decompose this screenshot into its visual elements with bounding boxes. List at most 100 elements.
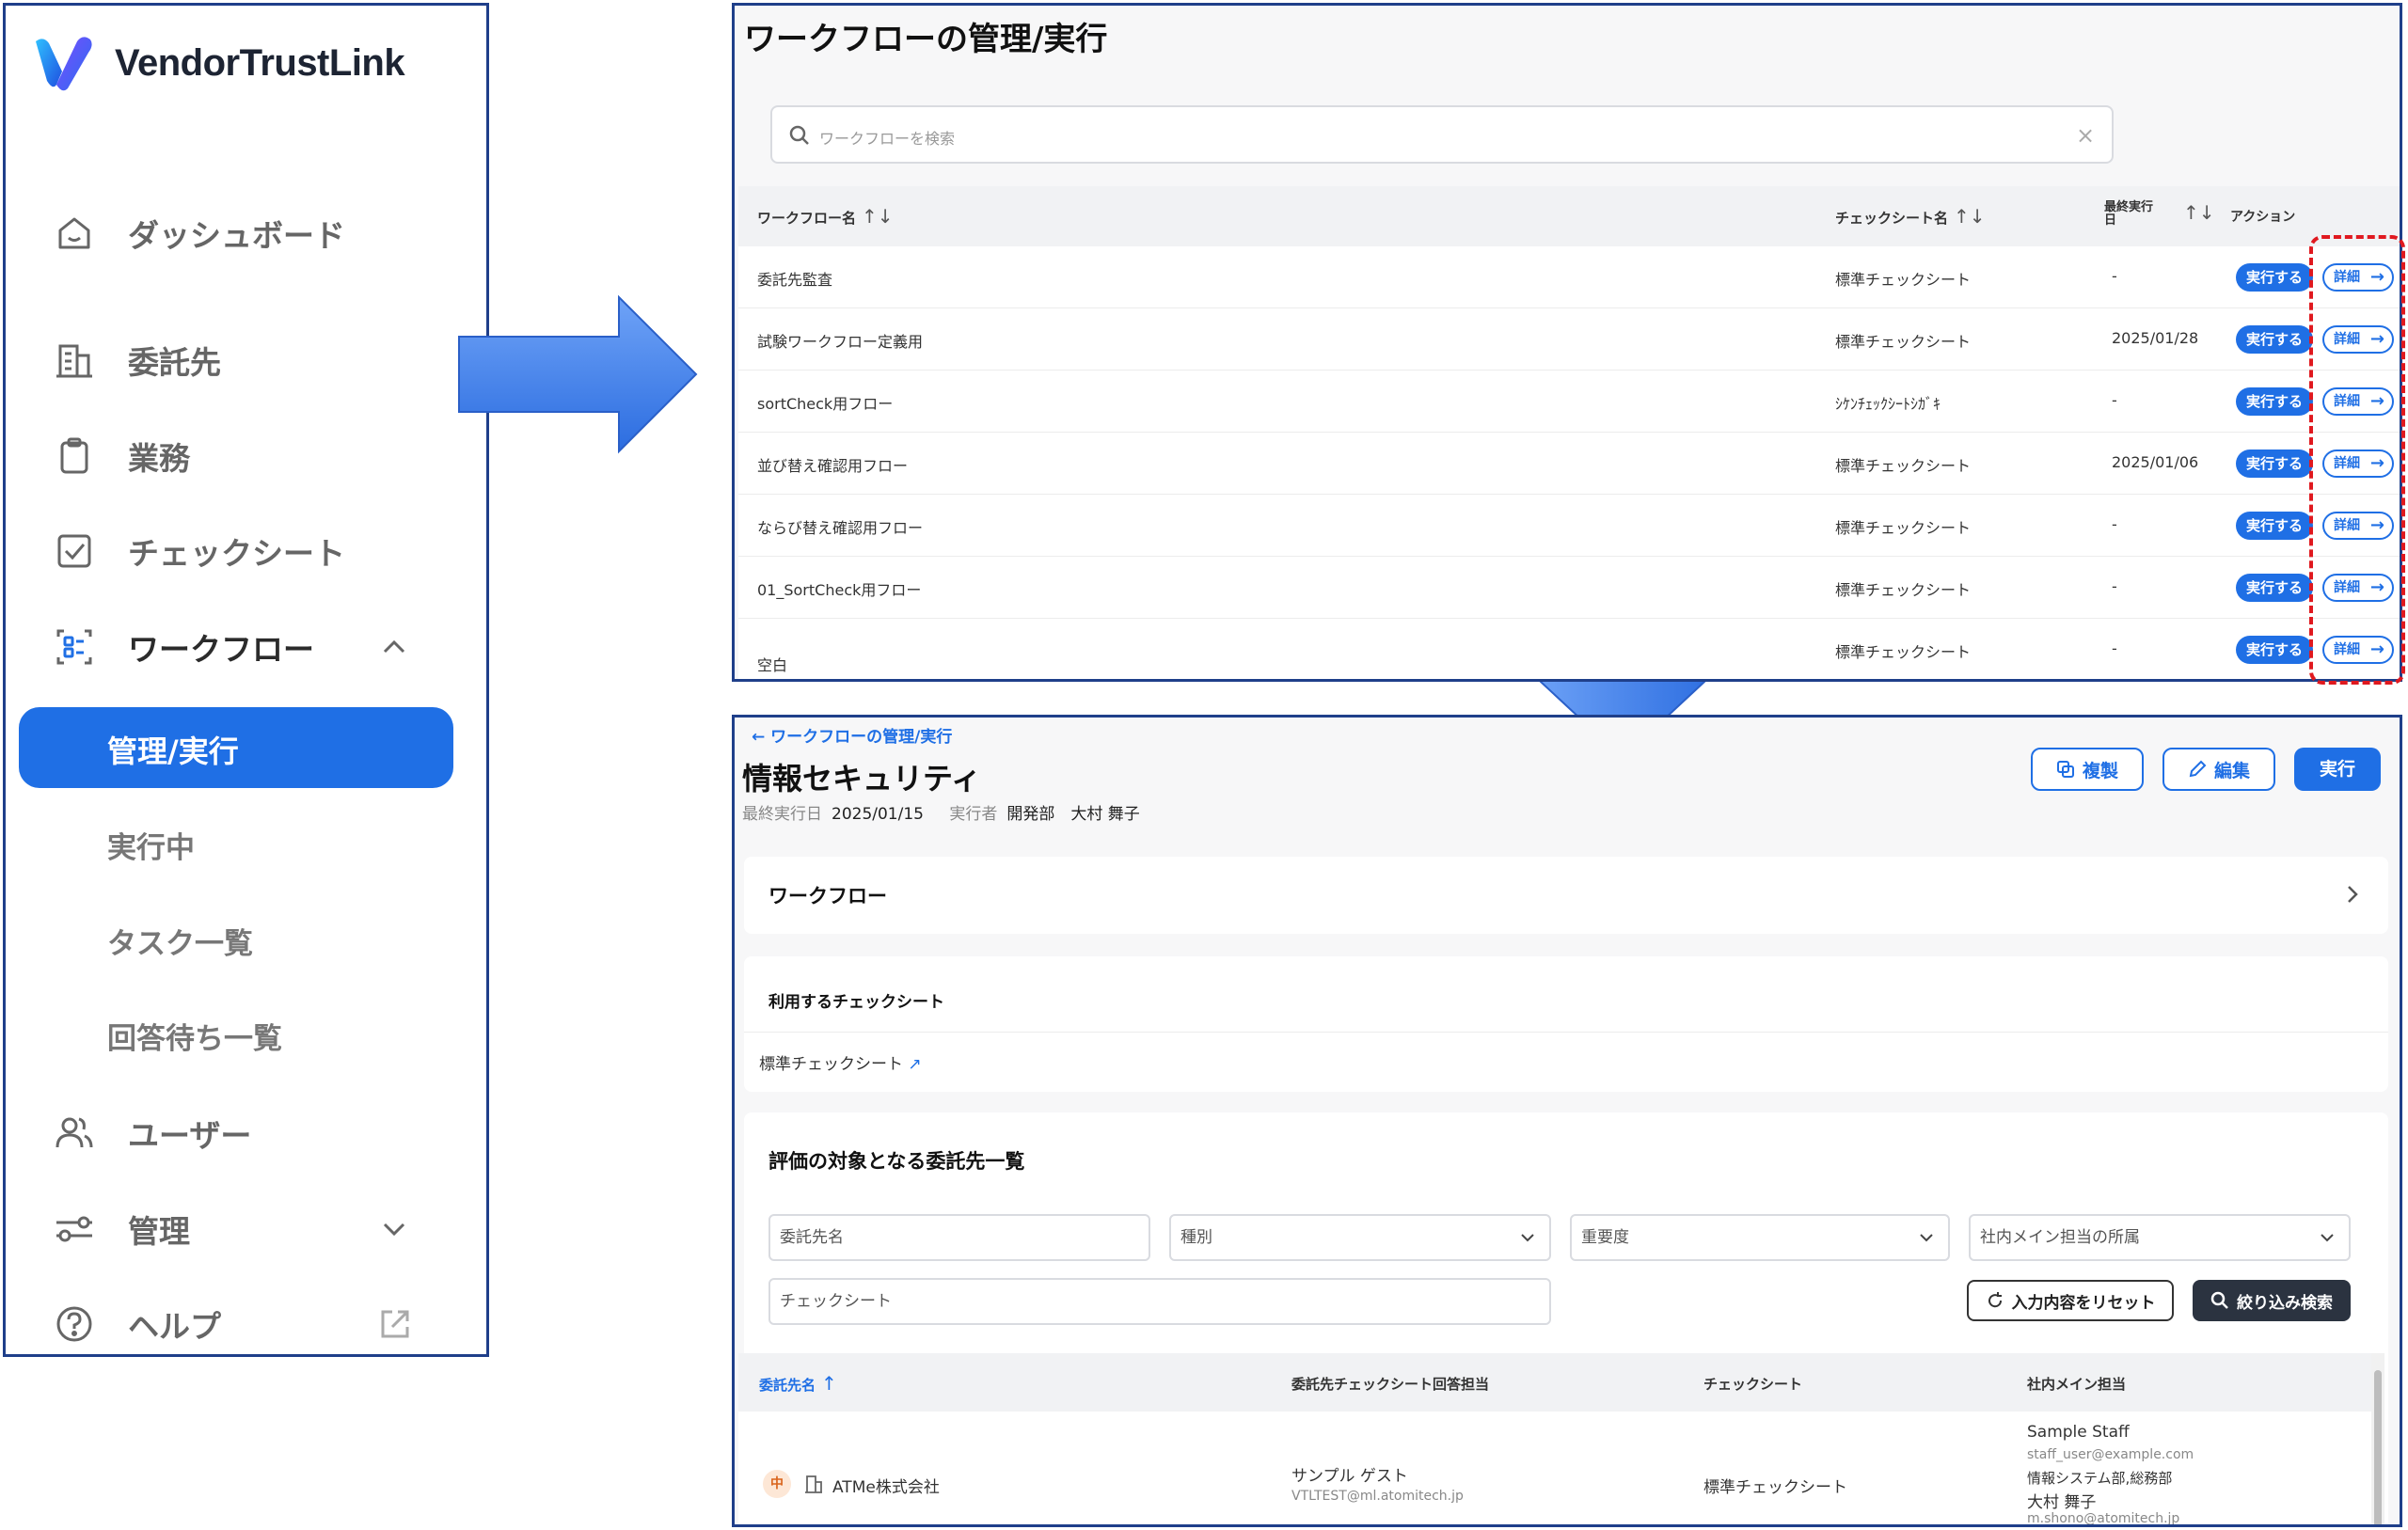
sidebar-item-label: ワークフロー (128, 631, 314, 668)
cell-sheet: 標準チェックシート (1835, 333, 1972, 351)
close-icon[interactable]: × (2076, 122, 2095, 149)
sidebar-subitem-awaiting[interactable]: 回答待ち一覧 (107, 1015, 282, 1057)
flow-arrow-right (458, 294, 698, 454)
column-header-last-run[interactable]: 最終実行日 (2104, 201, 2157, 228)
column-header-name[interactable]: ワークフロー名 ↑↓ (757, 205, 894, 228)
page-title: 情報セキュリティ (742, 761, 982, 797)
chevron-down-icon[interactable] (377, 1212, 411, 1246)
cell-last-run: - (2112, 267, 2117, 285)
table-row[interactable]: 委託先監査 標準チェックシート - 実行する 詳細 → (738, 246, 2400, 308)
cell-sheet: 標準チェックシート (1835, 271, 1972, 289)
clipboard-icon (60, 437, 88, 474)
run-button[interactable]: 実行する (2236, 636, 2313, 664)
importance-select[interactable]: 重要度 (1570, 1214, 1950, 1261)
cell-sheet: 標準チェックシート (1835, 519, 1972, 537)
column-header-sheet: チェックシート (1703, 1376, 1803, 1393)
sidebar-subitem-running[interactable]: 実行中 (107, 824, 195, 866)
chevron-down-icon (2321, 1234, 2334, 1242)
search-input[interactable]: ワークフローを検索 × (770, 105, 2114, 164)
cell-sheet: 標準チェックシート (1835, 581, 1972, 599)
cell-name: sortCheck用フロー (757, 395, 894, 413)
cell-sheet: 標準チェックシート (1835, 643, 1972, 661)
run-button[interactable]: 実行 (2294, 748, 2381, 791)
sidebar-item-users[interactable]: ユーザー (6, 1100, 486, 1166)
chevron-up-icon[interactable] (377, 630, 411, 664)
table-row[interactable]: 並び替え確認用フロー 標準チェックシート 2025/01/06 実行する 詳細 → (738, 433, 2400, 495)
building-icon (805, 1475, 822, 1493)
copy-button[interactable]: 複製 (2031, 748, 2144, 791)
checksheet-input[interactable]: チェックシート (768, 1278, 1551, 1325)
checkbox-icon (57, 534, 91, 568)
column-header-vendor[interactable]: 委託先名 ↑ (759, 1372, 837, 1395)
sidebar-subitem-tasks[interactable]: タスク一覧 (107, 920, 253, 962)
search-placeholder: ワークフローを検索 (819, 130, 956, 148)
table-header: ワークフロー名 ↑↓ チェックシート名 ↑↓ 最終実行日 ↑↓ アクション (738, 186, 2400, 246)
cell-name: 試験ワークフロー定義用 (757, 333, 924, 351)
sidebar-item-help[interactable]: ヘルプ (6, 1291, 486, 1357)
run-button[interactable]: 実行する (2236, 387, 2313, 416)
vendor-name-input[interactable]: 委託先名 (768, 1214, 1150, 1261)
chevron-right-icon[interactable] (2343, 883, 2362, 906)
sidebar-item-label: ヘルプ (128, 1308, 221, 1345)
cell-internal-name: Sample Staff (2027, 1423, 2130, 1442)
scrollbar-thumb[interactable] (2374, 1370, 2382, 1524)
highlight-callout (2309, 235, 2405, 685)
sidebar-item-business[interactable]: 業務 (6, 423, 486, 489)
run-button[interactable]: 実行する (2236, 574, 2313, 602)
sort-icon: ↑ (821, 1372, 837, 1395)
home-icon (58, 217, 90, 249)
sidebar-subitem-manage-run[interactable]: 管理/実行 (19, 707, 453, 788)
cell-last-run: - (2112, 639, 2117, 657)
cell-name: 01_SortCheck用フロー (757, 581, 922, 599)
workflow-section[interactable]: ワークフロー (744, 857, 2388, 934)
sidebar-subitem-label: 管理/実行 (107, 733, 239, 769)
sort-icon[interactable]: ↑↓ (2183, 201, 2215, 224)
sort-icon: ↑↓ (1954, 205, 1986, 228)
filter-search-button[interactable]: 絞り込み検索 (2193, 1280, 2351, 1321)
cell-internal-email-2: m.shono@atomitech.jp (2027, 1511, 2180, 1526)
run-button[interactable]: 実行する (2236, 450, 2313, 478)
cell-name: 並び替え確認用フロー (757, 457, 909, 475)
scrollbar[interactable] (2371, 1353, 2384, 1524)
sidebar-item-label: 管理 (128, 1213, 190, 1250)
sidebar-item-dashboard[interactable]: ダッシュボード (6, 200, 486, 266)
reset-button[interactable]: 入力内容をリセット (1967, 1280, 2174, 1321)
chevron-down-icon (1521, 1234, 1534, 1242)
checksheet-link[interactable]: 標準チェックシート ↗ (759, 1050, 922, 1074)
sidebar-item-vendors[interactable]: 委託先 (6, 327, 486, 393)
cell-sheet: 標準チェックシート (1835, 457, 1972, 475)
importance-badge: 中 (763, 1470, 791, 1498)
copy-icon (2056, 761, 2074, 778)
cell-internal-email: staff_user@example.com (2027, 1447, 2194, 1462)
sidebar-item-workflow[interactable]: ワークフロー (6, 614, 486, 680)
brand-logo[interactable]: VendorTrustLink (32, 34, 405, 92)
workflow-list-panel: ワークフローの管理/実行 ワークフローを検索 × ワークフロー名 ↑↓ チェックシ… (732, 3, 2402, 682)
checksheet-section: 利用するチェックシート 標準チェックシート ↗ (744, 956, 2388, 1092)
edit-button[interactable]: 編集 (2162, 748, 2275, 791)
column-header-sheet[interactable]: チェックシート名 ↑↓ (1835, 205, 1986, 228)
section-title: 評価の対象となる委託先一覧 (768, 1150, 1025, 1173)
run-button[interactable]: 実行する (2236, 263, 2313, 292)
table-row[interactable]: ならび替え確認用フロー 標準チェックシート - 実行する 詳細 → (738, 495, 2400, 557)
table-row[interactable]: 中 ATMe株式会社 サンプル ゲスト VTLTEST@ml.atomitech… (738, 1412, 2375, 1526)
workflow-detail-panel: ← ワークフローの管理/実行 情報セキュリティ 最終実行日 2025/01/15 … (732, 715, 2402, 1527)
table-row[interactable]: 試験ワークフロー定義用 標準チェックシート 2025/01/28 実行する 詳細… (738, 308, 2400, 371)
table-row[interactable]: sortCheck用フロー ｼｹﾝﾁｪｯｸｼｰﾄｼｶﾞｷ - 実行する 詳細 → (738, 371, 2400, 433)
sort-icon: ↑↓ (862, 205, 894, 228)
sidebar-item-checksheet[interactable]: チェックシート (6, 518, 486, 584)
run-button[interactable]: 実行する (2236, 512, 2313, 540)
building-icon (56, 344, 92, 378)
sidebar-item-admin[interactable]: 管理 (6, 1196, 486, 1262)
breadcrumb[interactable]: ← ワークフローの管理/実行 (752, 723, 952, 747)
cell-internal-name-2: 大村 舞子 (2027, 1493, 2097, 1512)
table-row[interactable]: 空白 標準チェックシート - 実行する 詳細 → (738, 619, 2400, 679)
pencil-icon (2189, 760, 2207, 778)
table-row[interactable]: 01_SortCheck用フロー 標準チェックシート - 実行する 詳細 → (738, 557, 2400, 619)
run-button[interactable]: 実行する (2236, 325, 2313, 354)
table-header: 委託先名 ↑ 委託先チェックシート回答担当 チェックシート 社内メイン担当 (738, 1353, 2375, 1412)
vendortrustlink-logo-icon (36, 37, 92, 91)
category-select[interactable]: 種別 (1169, 1214, 1551, 1261)
cell-internal-dept: 情報システム部,総務部 (2027, 1470, 2173, 1487)
department-select[interactable]: 社内メイン担当の所属 (1969, 1214, 2351, 1261)
cell-name: 空白 (757, 656, 788, 674)
